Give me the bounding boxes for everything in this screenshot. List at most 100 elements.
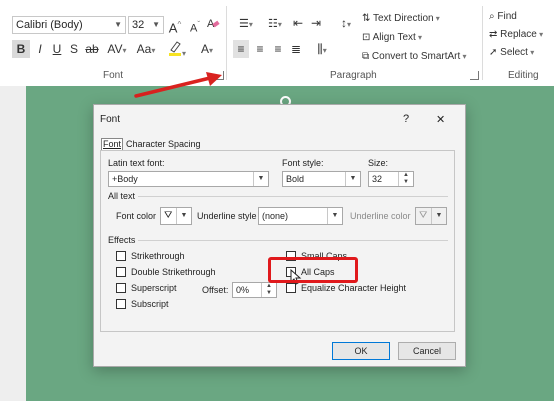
align-text-icon: ⊡: [362, 32, 371, 43]
underline-style-label: Underline style: [197, 211, 257, 221]
latin-font-value: +Body: [112, 174, 138, 184]
close-icon[interactable]: ✕: [436, 113, 445, 126]
spinner-arrows-icon[interactable]: ▲ ▼: [261, 283, 276, 297]
font-color-picker[interactable]: ⛛ ▼: [160, 207, 192, 225]
font-color-label: Font color: [116, 211, 157, 221]
chevron-down-icon: ▼: [152, 20, 160, 29]
italic-button[interactable]: I: [33, 40, 47, 58]
latin-font-combobox[interactable]: +Body ▼: [108, 171, 269, 187]
font-style-label: Font style:: [282, 158, 324, 168]
tab-character-spacing[interactable]: Character Spacing: [126, 139, 201, 149]
align-left-button[interactable]: ≡: [233, 40, 249, 58]
line-spacing-button[interactable]: ↕▾: [334, 14, 358, 32]
size-spinner[interactable]: 32 ▲ ▼: [368, 171, 414, 187]
font-size-combobox[interactable]: 32 ▼: [128, 16, 164, 34]
subscript-checkbox[interactable]: [116, 299, 126, 309]
double-strikethrough-label: Double Strikethrough: [131, 267, 216, 277]
convert-smartart-button[interactable]: ⧉ Convert to SmartArt ▾: [362, 48, 478, 66]
effects-label: Effects: [108, 235, 136, 245]
text-direction-button[interactable]: ⇅ Text Direction ▾: [362, 10, 446, 28]
shrink-font-button[interactable]: Aˇ: [188, 16, 202, 35]
convert-smartart-label: Convert to SmartArt: [371, 51, 461, 62]
equalize-height-label: Equalize Character Height: [301, 283, 407, 293]
select-label: Select: [500, 47, 528, 58]
decrease-indent-button[interactable]: ⇤: [290, 14, 306, 32]
italic-icon: I: [38, 42, 42, 56]
tab-font[interactable]: Font: [101, 138, 124, 150]
chevron-down-icon: ▼: [345, 172, 360, 186]
cancel-button[interactable]: Cancel: [398, 342, 456, 360]
bold-button[interactable]: B: [12, 40, 30, 58]
font-style-combobox[interactable]: Bold ▼: [282, 171, 361, 187]
bold-icon: B: [16, 42, 26, 56]
all-text-divider: [138, 196, 448, 197]
underline-style-combobox[interactable]: (none) ▼: [258, 207, 343, 225]
search-icon: ⌕: [489, 11, 495, 22]
offset-spinner[interactable]: 0% ▲ ▼: [232, 282, 277, 298]
bullets-button[interactable]: ☰▾: [233, 14, 259, 32]
align-center-button[interactable]: ≡: [252, 40, 268, 58]
align-text-label: Align Text: [372, 32, 416, 43]
replace-button[interactable]: ⇄ Replace ▾: [489, 26, 553, 44]
columns-button[interactable]: ⫼▾: [310, 40, 334, 58]
text-direction-label: Text Direction: [373, 13, 434, 24]
highlight-color-button[interactable]: ▾: [164, 40, 190, 58]
ok-button[interactable]: OK: [332, 342, 390, 360]
font-name-combobox[interactable]: Calibri (Body) ▼: [12, 16, 126, 34]
chevron-down-icon: ▼: [327, 208, 342, 224]
strikethrough-checkbox[interactable]: [116, 251, 126, 261]
subscript-label: Subscript: [131, 299, 169, 309]
underline-color-label: Underline color: [350, 211, 411, 221]
align-right-button[interactable]: ≡: [270, 40, 286, 58]
double-strikethrough-checkbox[interactable]: [116, 267, 126, 277]
numbering-button[interactable]: ☷▾: [262, 14, 288, 32]
chevron-down-icon: ▼: [114, 20, 122, 29]
justify-icon: ≣: [290, 42, 302, 56]
justify-button[interactable]: ≣: [288, 40, 304, 58]
clear-formatting-button[interactable]: A: [205, 16, 221, 34]
paint-bucket-icon: ⛛: [419, 210, 428, 221]
font-style-value: Bold: [286, 174, 305, 184]
strikethrough-button[interactable]: ab: [84, 40, 100, 58]
chevron-down-icon: ▼: [253, 172, 268, 186]
superscript-label: Superscript: [131, 283, 177, 293]
find-label: Find: [497, 11, 517, 22]
strikethrough-label: Strikethrough: [131, 251, 185, 261]
text-direction-icon: ⇅: [362, 13, 371, 24]
all-text-label: All text: [108, 191, 136, 201]
spinner-arrows-icon[interactable]: ▲ ▼: [398, 172, 413, 186]
underline-icon: U: [52, 42, 62, 56]
superscript-checkbox[interactable]: [116, 283, 126, 293]
highlighter-icon: [168, 41, 181, 56]
align-center-icon: ≡: [256, 42, 264, 56]
shadow-button[interactable]: S: [67, 40, 81, 58]
paragraph-group-label: Paragraph: [330, 70, 377, 81]
underline-button[interactable]: U: [50, 40, 64, 58]
numbering-icon: ☷: [268, 18, 278, 30]
align-left-icon: ≡: [237, 42, 245, 56]
find-button[interactable]: ⌕ Find: [489, 8, 549, 26]
replace-label: Replace: [500, 29, 537, 40]
font-color-button[interactable]: A▾: [194, 40, 220, 58]
character-spacing-button[interactable]: AV▾: [104, 40, 130, 58]
align-text-button[interactable]: ⊡ Align Text ▾: [362, 29, 438, 47]
underline-color-picker[interactable]: ⛛ ▼: [415, 207, 447, 225]
clear-formatting-icon: A: [207, 18, 220, 30]
change-case-button[interactable]: Aa▾: [133, 40, 159, 58]
red-arrow-annotation: [134, 72, 222, 98]
smartart-icon: ⧉: [362, 51, 370, 62]
editing-group-label: Editing: [508, 70, 539, 81]
increase-indent-button[interactable]: ⇥: [308, 14, 324, 32]
select-button[interactable]: ➚ Select ▾: [489, 44, 549, 62]
replace-icon: ⇄: [489, 29, 498, 40]
help-button[interactable]: ?: [403, 113, 409, 125]
paragraph-dialog-launcher-icon[interactable]: [470, 71, 479, 80]
ribbon: Calibri (Body) ▼ 32 ▼ A^ Aˇ A B I U S ab…: [0, 0, 554, 87]
decrease-indent-icon: ⇤: [292, 16, 304, 30]
align-right-icon: ≡: [274, 42, 282, 56]
size-value: 32: [372, 174, 383, 184]
cursor-icon: ➚: [489, 47, 498, 58]
grow-font-button[interactable]: A^: [168, 16, 182, 35]
font-name-value: Calibri (Body): [16, 19, 83, 31]
increase-indent-icon: ⇥: [310, 16, 322, 30]
